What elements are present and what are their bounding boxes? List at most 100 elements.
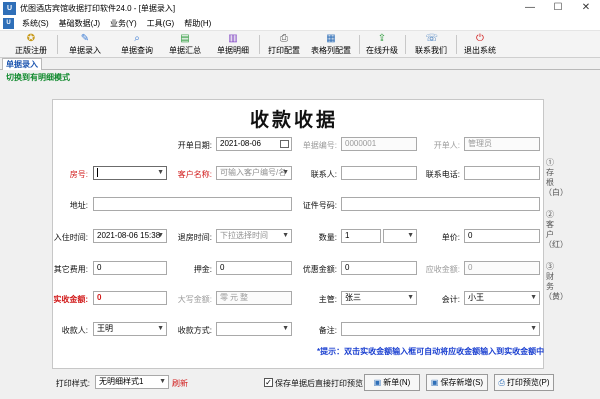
exit-icon: ⏻: [476, 33, 484, 44]
chevron-down-icon: ▼: [157, 325, 164, 332]
contact-label: 联系人:: [310, 170, 337, 179]
doc-entry-button[interactable]: ✎ 单据录入: [64, 33, 106, 56]
id-no-input[interactable]: [341, 197, 540, 211]
unit-select[interactable]: ▼: [383, 229, 417, 243]
deposit-label: 押金:: [193, 265, 212, 274]
contact-us-button[interactable]: ☏ 联系我们: [411, 33, 451, 56]
text-caret: [97, 168, 98, 178]
window-controls: — ☐ ✕: [516, 0, 600, 17]
print-preview-checkbox[interactable]: ✓: [264, 378, 273, 387]
copy-stub-link[interactable]: ①存根（白）: [544, 158, 568, 198]
switch-mode-link[interactable]: 切换到有明细模式: [6, 72, 70, 83]
receivable-label: 应收金额:: [425, 265, 460, 274]
register-button[interactable]: ✪ 正版注册: [10, 33, 52, 56]
new-doc-button[interactable]: ▣ 新单(N): [364, 374, 420, 391]
customer-input[interactable]: 可输入客户编号/名 ▼: [216, 166, 292, 180]
maximize-button[interactable]: ☐: [544, 0, 572, 17]
minimize-button[interactable]: —: [516, 0, 544, 17]
menu-help[interactable]: 帮助(H): [184, 18, 211, 29]
window-title: 优图酒店宾馆收据打印软件24.0 - [单据录入]: [20, 4, 176, 13]
upgrade-icon: ⇪: [377, 33, 387, 44]
title-bar: U 优图酒店宾馆收据打印软件24.0 - [单据录入] — ☐ ✕: [0, 0, 600, 17]
doc-detail-icon: ▥: [228, 33, 238, 44]
toolbar: ✪ 正版注册 ✎ 单据录入 ⌕ 单据查询 ▤ 单据汇总 ▥ 单据明细 ⎙ 打印配…: [0, 31, 600, 58]
save-new-button[interactable]: ▣ 保存新增(S): [426, 374, 488, 391]
discount-label: 优惠金额:: [302, 265, 337, 274]
column-config-button[interactable]: ▦ 表格列配置: [308, 33, 354, 56]
chevron-down-icon: ▼: [159, 378, 166, 385]
exit-button[interactable]: ⏻ 退出系统: [462, 33, 498, 56]
opener-field: 管理员: [464, 137, 540, 151]
address-label: 地址:: [69, 201, 88, 210]
address-input[interactable]: [93, 197, 292, 211]
other-fee-input[interactable]: 0: [93, 261, 167, 275]
refresh-link[interactable]: 刷新: [172, 378, 188, 389]
checkout-label: 退房时间:: [177, 233, 212, 242]
doc-no-label: 单据编号:: [302, 141, 337, 150]
copy-customer-link[interactable]: ②客户（红）: [544, 210, 568, 250]
checkout-picker[interactable]: 下拉选择时间 ▼: [216, 229, 292, 243]
chevron-down-icon: ▼: [530, 294, 537, 301]
accountant-select[interactable]: 小王 ▼: [464, 291, 540, 305]
form-title: 收款收据: [250, 109, 339, 131]
remark-select[interactable]: ▼: [341, 322, 540, 336]
doc-entry-icon: ✎: [80, 33, 90, 44]
checkin-picker[interactable]: 2021-08-06 15:38 ▼: [93, 229, 167, 243]
print-config-button[interactable]: ⎙ 打印配置: [266, 33, 302, 56]
price-label: 单价:: [441, 233, 460, 242]
price-input[interactable]: 0: [464, 229, 540, 243]
chevron-down-icon: ▼: [282, 169, 289, 176]
print-style-select[interactable]: 无明细样式1 ▼: [95, 375, 169, 389]
customer-label: 客户名称:: [177, 170, 212, 179]
copy-finance-link[interactable]: ③财务（黄）: [544, 262, 568, 302]
room-label: 房号:: [69, 170, 88, 179]
printer-icon: ⎙: [498, 378, 505, 387]
contact-input[interactable]: [341, 166, 417, 180]
doc-summary-button[interactable]: ▤ 单据汇总: [164, 33, 206, 56]
toolbar-separator: [259, 35, 260, 54]
menu-business[interactable]: 业务(Y): [110, 18, 137, 29]
capital-amount-label: 大写金额:: [177, 295, 212, 304]
mdi-app-icon: U: [3, 18, 14, 29]
hint-text: *提示：双击实收金额输入框可自动将应收金额输入到实收金额中: [317, 347, 545, 356]
payee-select[interactable]: 王明 ▼: [93, 322, 167, 336]
supervisor-select[interactable]: 张三 ▼: [341, 291, 417, 305]
other-fee-label: 其它费用:: [53, 265, 88, 274]
deposit-input[interactable]: 0: [216, 261, 292, 275]
doc-query-button[interactable]: ⌕ 单据查询: [116, 33, 158, 56]
chevron-down-icon: ▼: [157, 232, 164, 239]
opener-label: 开单人:: [433, 141, 460, 150]
checkin-label: 入住时间:: [53, 233, 88, 242]
new-doc-icon: ▣: [373, 378, 382, 387]
close-button[interactable]: ✕: [572, 0, 600, 17]
open-date-picker[interactable]: 2021-08-06: [216, 137, 292, 151]
chevron-down-icon: ▼: [407, 294, 414, 301]
print-preview-checkbox-label: 保存单据后直接打印预览: [275, 379, 363, 388]
chevron-down-icon: ▼: [530, 325, 537, 332]
accountant-label: 会计:: [441, 295, 460, 304]
phone-input[interactable]: [464, 166, 540, 180]
qty-input[interactable]: 1: [341, 229, 381, 243]
actual-amount-input[interactable]: 0: [93, 291, 167, 305]
online-upgrade-button[interactable]: ⇪ 在线升级: [364, 33, 400, 56]
doc-detail-button[interactable]: ▥ 单据明细: [212, 33, 254, 56]
phone-label: 联系电话:: [425, 170, 460, 179]
pay-method-select[interactable]: ▼: [216, 322, 292, 336]
menu-system[interactable]: 系统(S): [22, 18, 49, 29]
discount-input[interactable]: 0: [341, 261, 417, 275]
pay-method-label: 收款方式:: [177, 326, 212, 335]
tab-doc-entry[interactable]: 单据录入: [2, 58, 42, 70]
doc-summary-icon: ▤: [180, 33, 190, 44]
chevron-down-icon: ▼: [282, 232, 289, 239]
toolbar-separator: [405, 35, 406, 54]
qty-label: 数量:: [318, 233, 337, 242]
table-icon: ▦: [326, 33, 336, 44]
menu-basic-data[interactable]: 基础数据(J): [59, 18, 100, 29]
actual-amount-label: 实收金额:: [53, 295, 88, 304]
print-preview-button[interactable]: ⎙ 打印预览(P): [494, 374, 554, 391]
save-icon: ▣: [430, 378, 439, 387]
app-icon: U: [3, 2, 16, 15]
menu-tools[interactable]: 工具(G): [147, 18, 175, 29]
room-select[interactable]: ▼: [93, 166, 167, 180]
id-no-label: 证件号码:: [302, 201, 337, 210]
